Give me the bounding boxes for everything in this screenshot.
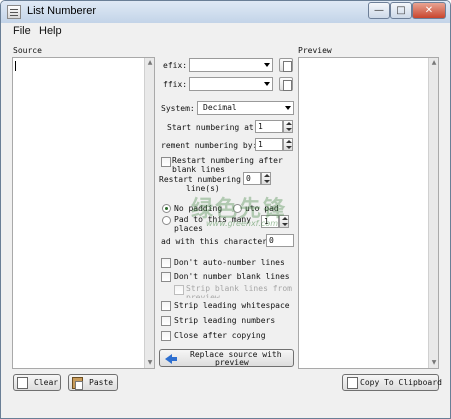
no-number-blank-label: Don't number blank lines [174,272,290,281]
strip-blank-preview-label: preview [186,293,220,298]
pad-to-places-label: places [174,224,203,233]
increment-input[interactable]: 1 [255,138,283,151]
close-button[interactable]: ✕ [412,2,446,19]
source-textarea[interactable]: ▲ ▼ [12,57,155,369]
pad-char-value: 0 [269,236,274,245]
close-after-copy-label: Close after copying [174,331,266,340]
no-number-blank-checkbox[interactable] [161,272,171,282]
minimize-button[interactable]: — [368,2,390,19]
pad-to-radio[interactable] [162,216,171,225]
copy-to-clipboard-button[interactable]: Copy To Clipboard [342,374,442,391]
suffix-label: ffix: [163,80,188,89]
restart-every-label: Restart numbering ev [159,175,256,184]
pad-char-input[interactable]: 0 [266,234,294,247]
system-value: Decimal [203,103,237,112]
document-icon [347,377,358,389]
scroll-down-icon[interactable]: ▼ [429,358,439,368]
start-label: Start numbering at: [167,123,259,132]
scroll-up-icon[interactable]: ▲ [429,58,439,68]
strip-numbers-label: Strip leading numbers [174,316,276,325]
strip-whitespace-checkbox[interactable] [161,301,171,311]
maximize-button[interactable]: □ [390,2,412,19]
arrow-left-icon [165,354,177,364]
prefix-combo[interactable] [189,58,273,72]
restart-blank-label: Restart numbering after blank lines [172,156,283,172]
no-auto-number-checkbox[interactable] [161,258,171,268]
paste-label: Paste [89,378,114,387]
chevron-down-icon [264,63,270,67]
clipboard-paste-icon [72,377,83,390]
maximize-icon: □ [396,5,406,16]
prefix-label: efix: [163,61,188,70]
copy-label: Copy To Clipboard [360,378,442,387]
pad-char-label: ad with this character: [161,237,272,246]
restart-blank-checkbox[interactable] [161,157,171,167]
close-after-copy-checkbox[interactable] [161,331,171,341]
window-title: List Numberer [27,5,97,17]
increment-stepper[interactable] [283,138,293,151]
prefix-file-button[interactable] [279,58,293,72]
title-bar: List Numberer — □ ✕ [1,1,450,23]
preview-textarea[interactable]: ▲ ▼ [298,57,439,369]
document-icon [17,377,28,389]
text-caret [15,61,16,71]
suffix-file-button[interactable] [279,77,293,91]
minimize-icon: — [374,5,384,16]
strip-numbers-checkbox[interactable] [161,316,171,326]
menu-file[interactable]: File [13,25,31,37]
menu-help[interactable]: Help [39,25,62,37]
strip-whitespace-label: Strip leading whitespace [174,301,290,310]
source-scrollbar[interactable]: ▲ ▼ [144,58,154,368]
clear-button[interactable]: Clear [13,374,61,391]
no-padding-radio[interactable] [162,204,171,213]
restart-every-value: 0 [246,174,251,183]
scroll-up-icon[interactable]: ▲ [145,58,155,68]
close-icon: ✕ [424,5,434,16]
paste-button[interactable]: Paste [68,374,118,391]
system-select[interactable]: Decimal [197,101,294,115]
app-list-icon [7,5,21,19]
preview-label: Preview [298,46,332,55]
watermark-url: www.greenxf.com [206,219,278,228]
preview-scrollbar[interactable]: ▲ ▼ [428,58,438,368]
strip-blank-checkbox[interactable] [174,285,184,295]
restart-every-input[interactable]: 0 [243,172,261,185]
start-input[interactable]: 1 [255,120,283,133]
system-label: System: [161,104,195,113]
restart-every-stepper[interactable] [261,172,271,185]
strip-blank-label: Strip blank lines from [186,284,292,293]
chevron-down-icon [264,82,270,86]
scroll-down-icon[interactable]: ▼ [145,358,155,368]
no-auto-number-label: Don't auto-number lines [174,258,285,267]
app-window: List Numberer — □ ✕ File Help Source ▲ ▼… [0,0,451,419]
start-value: 1 [258,122,263,131]
source-label: Source [13,46,42,55]
start-stepper[interactable] [283,120,293,133]
replace-label-2: preview [215,358,249,366]
chevron-down-icon [285,106,291,110]
increment-label: rement numbering by: [161,141,258,150]
menu-bar: File Help [1,23,450,40]
clear-label: Clear [34,378,59,387]
suffix-combo[interactable] [189,77,273,91]
replace-source-button[interactable]: Replace source with preview [159,349,294,367]
increment-value: 1 [258,140,263,149]
